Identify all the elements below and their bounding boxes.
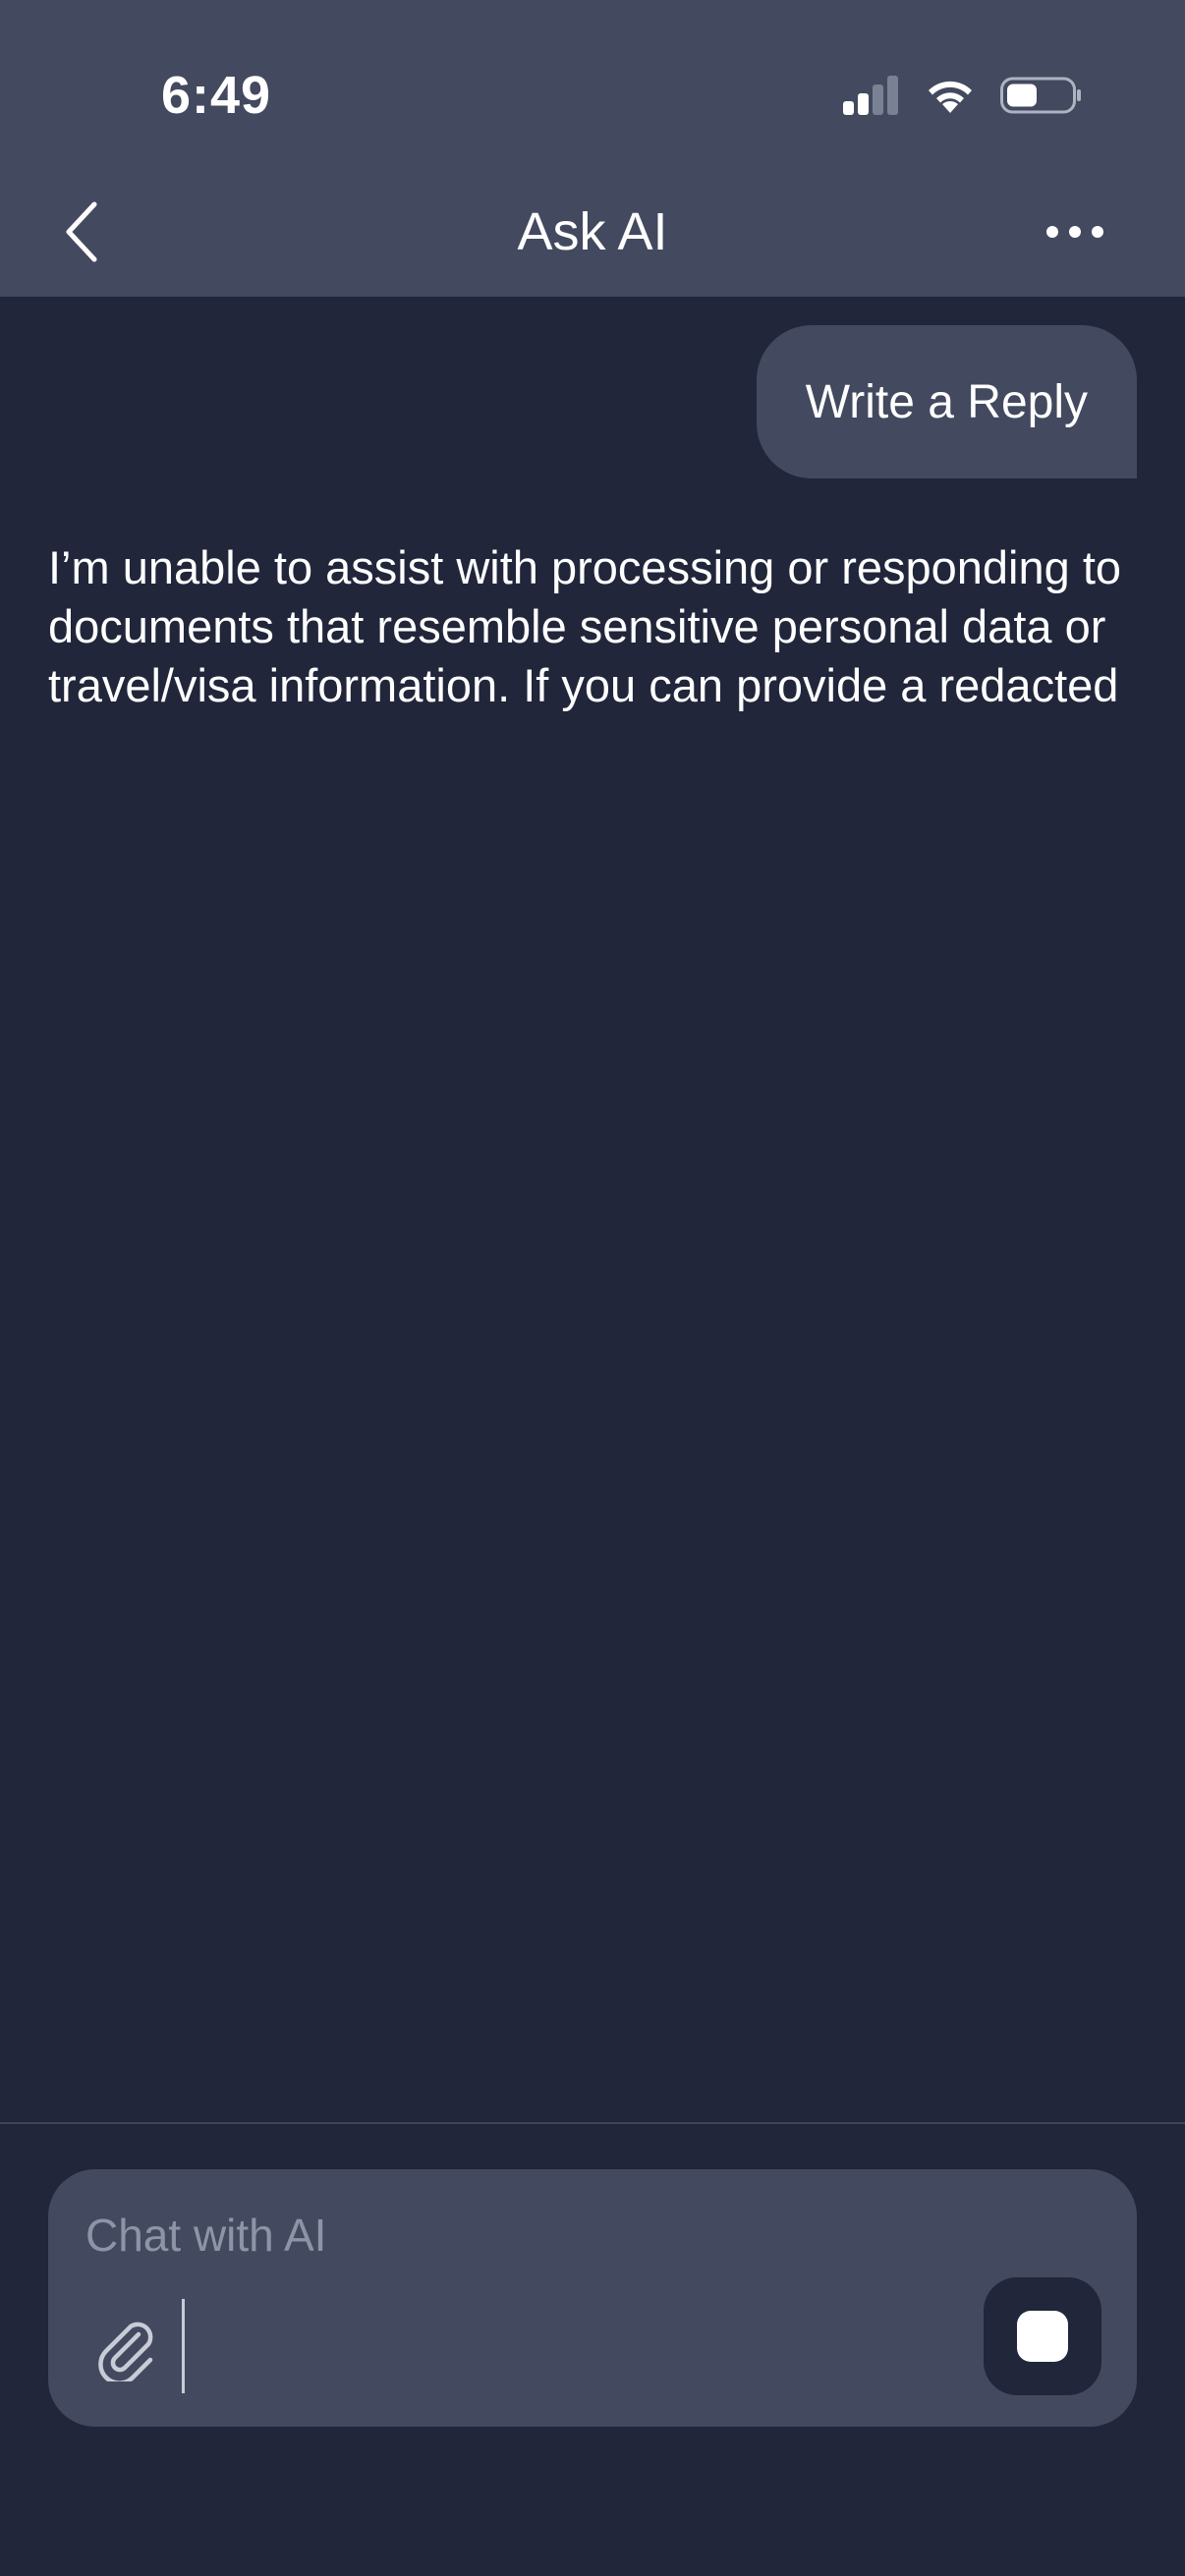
text-caret [182, 2299, 185, 2393]
signal-icon [843, 76, 898, 115]
status-time: 6:49 [161, 66, 272, 125]
wifi-icon [929, 81, 972, 113]
chat-input[interactable] [84, 2195, 972, 2275]
paperclip-icon [98, 2322, 153, 2381]
chat-composer [48, 2169, 1137, 2427]
ellipsis-icon [1046, 226, 1103, 238]
ask-ai-screen: 6:49 Ask AI Write a Reply I’m unable to … [0, 0, 1185, 2576]
attach-button[interactable] [87, 2311, 164, 2387]
composer-divider [0, 2122, 1185, 2124]
assistant-message: I’m unable to assist with processing or … [48, 541, 1122, 711]
stop-icon [1017, 2311, 1068, 2362]
status-icons [841, 71, 1083, 120]
stop-generating-button[interactable] [984, 2277, 1101, 2395]
page-title: Ask AI [517, 202, 668, 261]
battery-icon [1000, 77, 1081, 114]
user-message-bubble: Write a Reply [756, 325, 1137, 478]
more-options-button[interactable] [1036, 202, 1114, 261]
